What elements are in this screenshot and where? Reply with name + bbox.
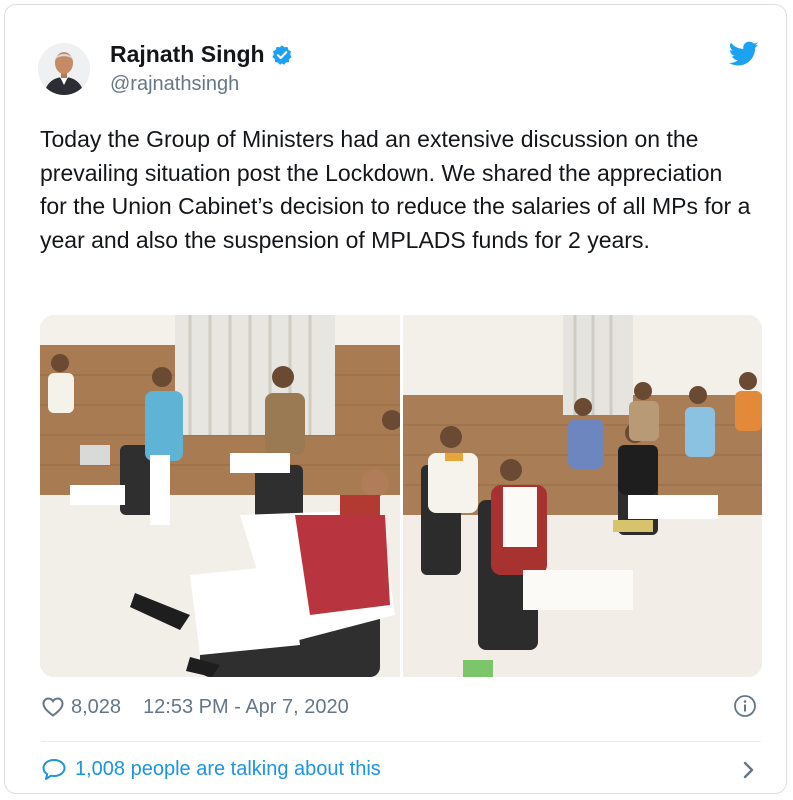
meeting-photo-left[interactable] (40, 315, 400, 677)
author-handle[interactable]: @rajnathsingh (110, 73, 239, 96)
verified-badge-icon (272, 44, 292, 65)
heart-icon[interactable] (41, 695, 65, 719)
talking-count-text[interactable]: 1,008 people are talking about this (75, 758, 381, 781)
tweet-meta-row: 8,028 12:53 PM - Apr 7, 2020 (41, 695, 349, 719)
talking-link[interactable]: 1,008 people are talking about this (41, 757, 381, 781)
like-count[interactable]: 8,028 (71, 696, 121, 719)
info-icon[interactable] (733, 694, 757, 718)
tweet-media[interactable] (40, 315, 762, 677)
tweet-timestamp[interactable]: 12:53 PM - Apr 7, 2020 (143, 696, 349, 719)
meeting-photo-right[interactable] (403, 315, 762, 677)
twitter-bird-icon[interactable] (729, 41, 759, 67)
chevron-right-icon[interactable] (740, 758, 758, 782)
author-name-row: Rajnath Singh (110, 41, 293, 68)
author-name[interactable]: Rajnath Singh (110, 41, 265, 68)
tweet-text: Today the Group of Ministers had an exte… (40, 126, 751, 253)
divider (41, 741, 761, 742)
author-avatar[interactable] (38, 43, 90, 95)
tweet-card: Rajnath Singh @rajnathsingh Today the Gr… (4, 4, 787, 794)
avatar-photo (38, 43, 90, 95)
speech-bubble-icon (42, 759, 66, 780)
